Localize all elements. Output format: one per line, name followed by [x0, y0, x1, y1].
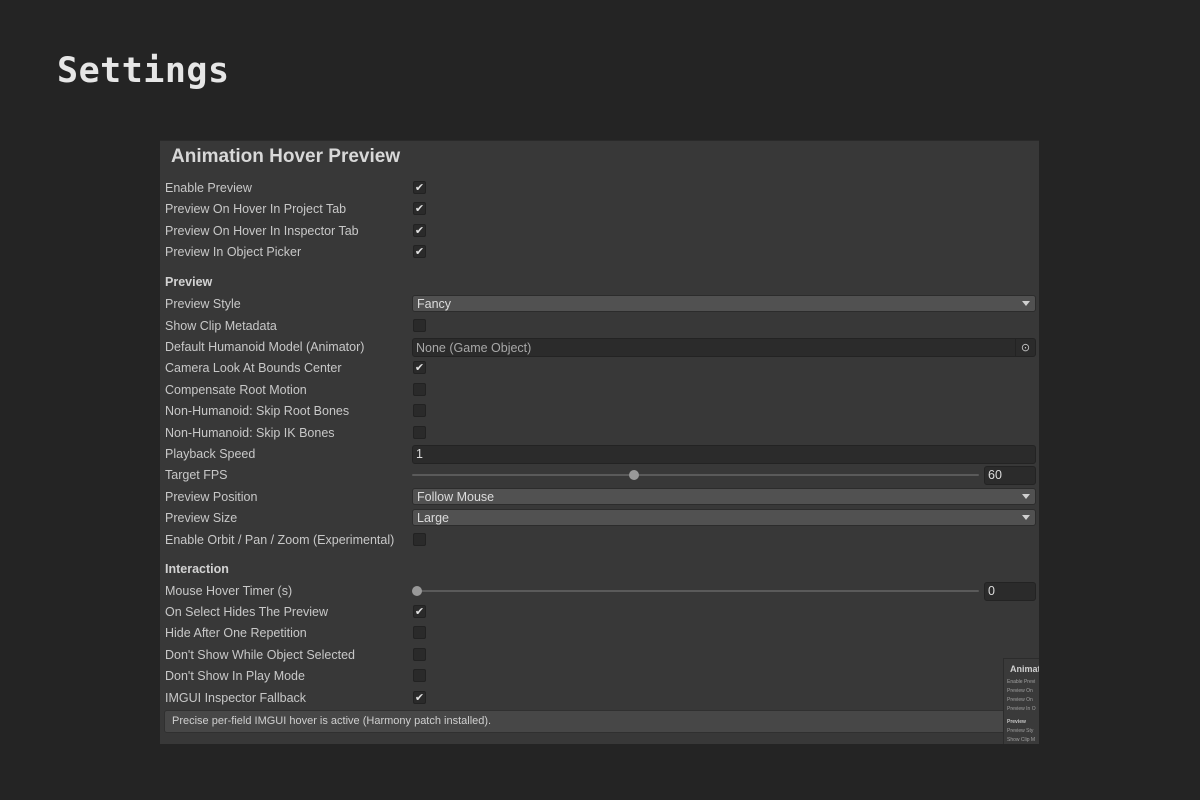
- playback-speed-label: Playback Speed: [165, 447, 256, 461]
- preview-style-value: Fancy: [417, 297, 452, 311]
- target-fps-input[interactable]: 60: [984, 466, 1036, 485]
- mini-preview-line: Preview Sty: [1007, 728, 1034, 734]
- preview-object-picker-checkbox[interactable]: ✔: [413, 245, 426, 258]
- row-skip-root-bones: Non-Humanoid: Skip Root Bones: [160, 401, 1039, 422]
- mini-preview-line: Show Clip M: [1007, 737, 1036, 743]
- compensate-root-label: Compensate Root Motion: [165, 383, 307, 397]
- mini-preview-line: Enable Previ: [1007, 679, 1036, 685]
- default-model-value: None (Game Object): [416, 341, 532, 355]
- preview-style-dropdown[interactable]: Fancy: [412, 295, 1036, 312]
- hover-timer-label: Mouse Hover Timer (s): [165, 584, 293, 598]
- target-fps-label: Target FPS: [165, 468, 228, 482]
- skip-root-bones-checkbox[interactable]: [413, 404, 426, 417]
- camera-look-label: Camera Look At Bounds Center: [165, 361, 342, 375]
- compensate-root-checkbox[interactable]: [413, 383, 426, 396]
- row-show-clip-metadata: Show Clip Metadata: [160, 316, 1039, 337]
- mini-preview-thumbnail: Animati Enable Previ Preview On Preview …: [1003, 658, 1039, 744]
- show-clip-metadata-label: Show Clip Metadata: [165, 319, 277, 333]
- enable-preview-label: Enable Preview: [165, 181, 252, 195]
- skip-root-bones-label: Non-Humanoid: Skip Root Bones: [165, 404, 350, 418]
- chevron-down-icon: [1022, 301, 1030, 306]
- on-select-hides-checkbox[interactable]: ✔: [413, 605, 426, 618]
- show-clip-metadata-checkbox[interactable]: [413, 319, 426, 332]
- row-preview-position: Preview Position Follow Mouse: [160, 487, 1039, 508]
- mini-preview-line: Preview On: [1007, 688, 1033, 694]
- row-on-select-hides: On Select Hides The Preview ✔: [160, 602, 1039, 623]
- help-box-text: Precise per-field IMGUI hover is active …: [172, 715, 492, 727]
- chevron-down-icon: [1022, 515, 1030, 520]
- row-skip-ik-bones: Non-Humanoid: Skip IK Bones: [160, 423, 1039, 444]
- row-enable-orbit: Enable Orbit / Pan / Zoom (Experimental): [160, 530, 1039, 551]
- preview-style-label: Preview Style: [165, 297, 241, 311]
- dont-show-selected-checkbox[interactable]: [413, 648, 426, 661]
- row-playback-speed: Playback Speed 1: [160, 444, 1039, 465]
- hover-timer-input[interactable]: 0: [984, 582, 1036, 601]
- row-dont-show-play: Don't Show In Play Mode: [160, 666, 1039, 687]
- camera-look-checkbox[interactable]: ✔: [413, 361, 426, 374]
- row-hover-timer: Mouse Hover Timer (s) 0: [160, 581, 1039, 602]
- playback-speed-input[interactable]: 1: [412, 445, 1036, 464]
- skip-ik-bones-label: Non-Humanoid: Skip IK Bones: [165, 426, 335, 440]
- row-enable-preview: Enable Preview ✔: [160, 178, 1039, 199]
- preview-project-tab-label: Preview On Hover In Project Tab: [165, 202, 347, 216]
- preview-inspector-tab-checkbox[interactable]: ✔: [413, 224, 426, 237]
- settings-panel: Animation Hover Preview Enable Preview ✔…: [160, 140, 1039, 744]
- preview-size-value: Large: [417, 511, 449, 525]
- target-fps-slider-thumb[interactable]: [629, 470, 640, 480]
- row-preview-inspector-tab: Preview On Hover In Inspector Tab ✔: [160, 221, 1039, 242]
- on-select-hides-label: On Select Hides The Preview: [165, 605, 329, 619]
- skip-ik-bones-checkbox[interactable]: [413, 426, 426, 439]
- section-interaction-title: Interaction: [165, 562, 229, 576]
- row-hide-after-one: Hide After One Repetition: [160, 623, 1039, 644]
- row-preview-object-picker: Preview In Object Picker ✔: [160, 242, 1039, 263]
- hide-after-one-label: Hide After One Repetition: [165, 626, 307, 640]
- help-box: Precise per-field IMGUI hover is active …: [164, 710, 1014, 733]
- chevron-down-icon: [1022, 494, 1030, 499]
- row-compensate-root: Compensate Root Motion: [160, 380, 1039, 401]
- panel-header: Animation Hover Preview: [171, 146, 401, 167]
- preview-position-label: Preview Position: [165, 490, 258, 504]
- default-model-field[interactable]: None (Game Object) ⊙: [412, 338, 1036, 357]
- mini-preview-title: Animati: [1010, 664, 1039, 674]
- default-model-label: Default Humanoid Model (Animator): [165, 340, 365, 354]
- target-fps-slider-track[interactable]: [412, 474, 979, 476]
- enable-orbit-checkbox[interactable]: [413, 533, 426, 546]
- enable-preview-checkbox[interactable]: ✔: [413, 181, 426, 194]
- preview-size-dropdown[interactable]: Large: [412, 509, 1036, 526]
- hover-timer-slider-thumb[interactable]: [412, 586, 422, 596]
- row-dont-show-selected: Don't Show While Object Selected: [160, 645, 1039, 666]
- section-preview-title: Preview: [165, 275, 213, 289]
- row-preview-project-tab: Preview On Hover In Project Tab ✔: [160, 199, 1039, 220]
- enable-orbit-label: Enable Orbit / Pan / Zoom (Experimental): [165, 533, 395, 547]
- row-camera-look: Camera Look At Bounds Center ✔: [160, 358, 1039, 379]
- row-imgui-fallback: IMGUI Inspector Fallback ✔: [160, 688, 1039, 709]
- preview-object-picker-label: Preview In Object Picker: [165, 245, 302, 259]
- preview-size-label: Preview Size: [165, 511, 238, 525]
- hide-after-one-checkbox[interactable]: [413, 626, 426, 639]
- mini-preview-line: Preview On: [1007, 697, 1033, 703]
- mini-preview-line: Preview In O: [1007, 706, 1036, 712]
- imgui-fallback-checkbox[interactable]: ✔: [413, 691, 426, 704]
- hover-timer-slider-track[interactable]: [412, 590, 979, 592]
- preview-project-tab-checkbox[interactable]: ✔: [413, 202, 426, 215]
- mini-preview-section: Preview: [1007, 719, 1026, 725]
- imgui-fallback-label: IMGUI Inspector Fallback: [165, 691, 307, 705]
- row-preview-style: Preview Style Fancy: [160, 294, 1039, 315]
- row-target-fps: Target FPS 60: [160, 465, 1039, 486]
- preview-position-value: Follow Mouse: [417, 490, 495, 504]
- page-title: Settings: [57, 51, 230, 91]
- preview-position-dropdown[interactable]: Follow Mouse: [412, 488, 1036, 505]
- preview-inspector-tab-label: Preview On Hover In Inspector Tab: [165, 224, 359, 238]
- dont-show-play-checkbox[interactable]: [413, 669, 426, 682]
- object-picker-icon[interactable]: ⊙: [1015, 339, 1035, 356]
- row-preview-size: Preview Size Large: [160, 508, 1039, 529]
- row-default-model: Default Humanoid Model (Animator) None (…: [160, 337, 1039, 358]
- dont-show-play-label: Don't Show In Play Mode: [165, 669, 305, 683]
- dont-show-selected-label: Don't Show While Object Selected: [165, 648, 355, 662]
